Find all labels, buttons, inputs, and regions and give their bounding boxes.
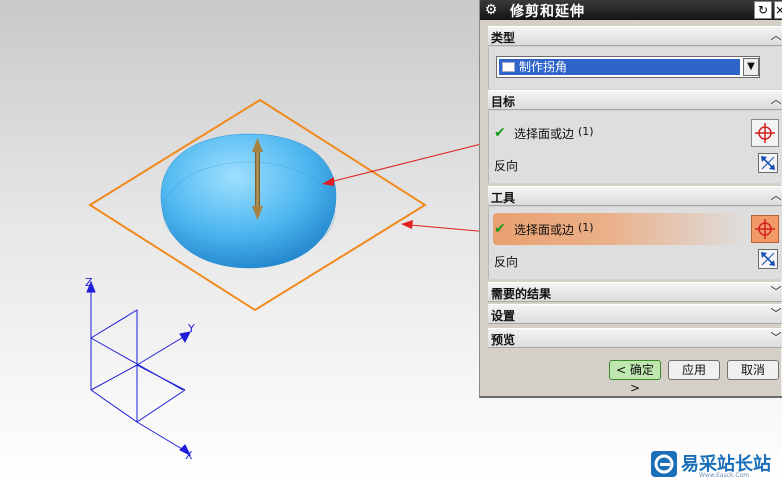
- tool-select-count: (1): [578, 221, 594, 234]
- site-logo-icon: [651, 451, 677, 477]
- dialog-titlebar[interactable]: ⚙ 修剪和延伸 ↻ ×: [480, 0, 782, 20]
- target-select-count: (1): [578, 125, 594, 138]
- tool-select-row[interactable]: ✔ 选择面或边 (1): [488, 214, 782, 244]
- tool-reverse-label: 反向: [494, 255, 519, 269]
- ok-button[interactable]: < 确定 >: [609, 360, 661, 395]
- section-label-required-results: 需要的结果: [491, 287, 552, 301]
- corner-type-icon: [502, 62, 515, 72]
- section-label-preview: 预览: [491, 333, 516, 347]
- site-watermark: 易采站长站 Www.Easck.Com: [647, 449, 782, 482]
- dropdown-value-text: 制作拐角: [519, 60, 568, 74]
- section-label-type: 类型: [491, 31, 516, 45]
- tool-select-object-button[interactable]: [751, 215, 779, 243]
- chevron-down-icon[interactable]: ﹀: [769, 284, 782, 300]
- target-reverse-label: 反向: [494, 159, 519, 173]
- type-dropdown[interactable]: 制作拐角 ▼: [496, 56, 760, 78]
- tool-reverse-button[interactable]: [758, 249, 778, 269]
- section-label-tool: 工具: [491, 191, 516, 205]
- section-header-settings[interactable]: 设置 ﹀: [488, 304, 782, 324]
- close-button[interactable]: ×: [774, 1, 782, 19]
- target-select-object-button[interactable]: [751, 119, 779, 147]
- axis-label-y: Y: [187, 322, 195, 335]
- section-label-target: 目标: [491, 95, 516, 109]
- axis-label-x: X: [185, 449, 193, 462]
- section-header-required-results[interactable]: 需要的结果 ﹀: [488, 282, 782, 302]
- target-select-row[interactable]: ✔ 选择面或边 (1): [488, 118, 782, 148]
- dialog-title: 修剪和延伸: [510, 4, 585, 20]
- chevron-down-icon[interactable]: ﹀: [769, 330, 782, 346]
- tool-select-label: 选择面或边: [514, 223, 575, 237]
- section-header-type[interactable]: 类型 ︿: [488, 26, 782, 46]
- section-header-preview[interactable]: 预览 ﹀: [488, 328, 782, 348]
- chevron-up-icon[interactable]: ︿: [769, 92, 782, 108]
- crosshair-icon: [755, 219, 775, 239]
- reset-button[interactable]: ↻: [754, 1, 772, 19]
- dome-body[interactable]: [160, 133, 337, 269]
- trim-extend-dialog: ⚙ 修剪和延伸 ↻ × 类型 ︿ 制作拐角 ▼ 目标 ︿ ✔ 选择面或边 (1): [479, 0, 782, 398]
- watermark-url: Www.Easck.Com: [699, 472, 750, 479]
- chevron-up-icon[interactable]: ︿: [769, 188, 782, 204]
- reverse-direction-icon: [761, 156, 775, 170]
- chevron-down-icon[interactable]: ▼: [743, 58, 759, 76]
- apply-button[interactable]: 应用: [668, 360, 720, 380]
- cancel-button[interactable]: 取消: [727, 360, 779, 380]
- gear-icon[interactable]: ⚙: [483, 2, 499, 18]
- section-header-tool[interactable]: 工具 ︿: [488, 186, 782, 206]
- tool-reverse-row: 反向: [488, 246, 782, 276]
- section-header-target[interactable]: 目标 ︿: [488, 90, 782, 110]
- target-reverse-button[interactable]: [758, 153, 778, 173]
- target-select-label: 选择面或边: [514, 127, 575, 141]
- crosshair-icon: [755, 123, 775, 143]
- chevron-down-icon[interactable]: ﹀: [769, 306, 782, 322]
- chevron-up-icon[interactable]: ︿: [769, 28, 782, 44]
- coordinate-triad: [86, 280, 192, 457]
- dropdown-selected-value[interactable]: 制作拐角: [499, 59, 740, 75]
- check-icon: ✔: [494, 221, 506, 237]
- axis-label-z: Z: [85, 276, 93, 289]
- reverse-direction-icon: [761, 252, 775, 266]
- annotation-arrow-target: [322, 139, 498, 186]
- target-reverse-row: 反向: [488, 150, 782, 180]
- check-icon: ✔: [494, 125, 506, 141]
- section-label-settings: 设置: [491, 309, 516, 323]
